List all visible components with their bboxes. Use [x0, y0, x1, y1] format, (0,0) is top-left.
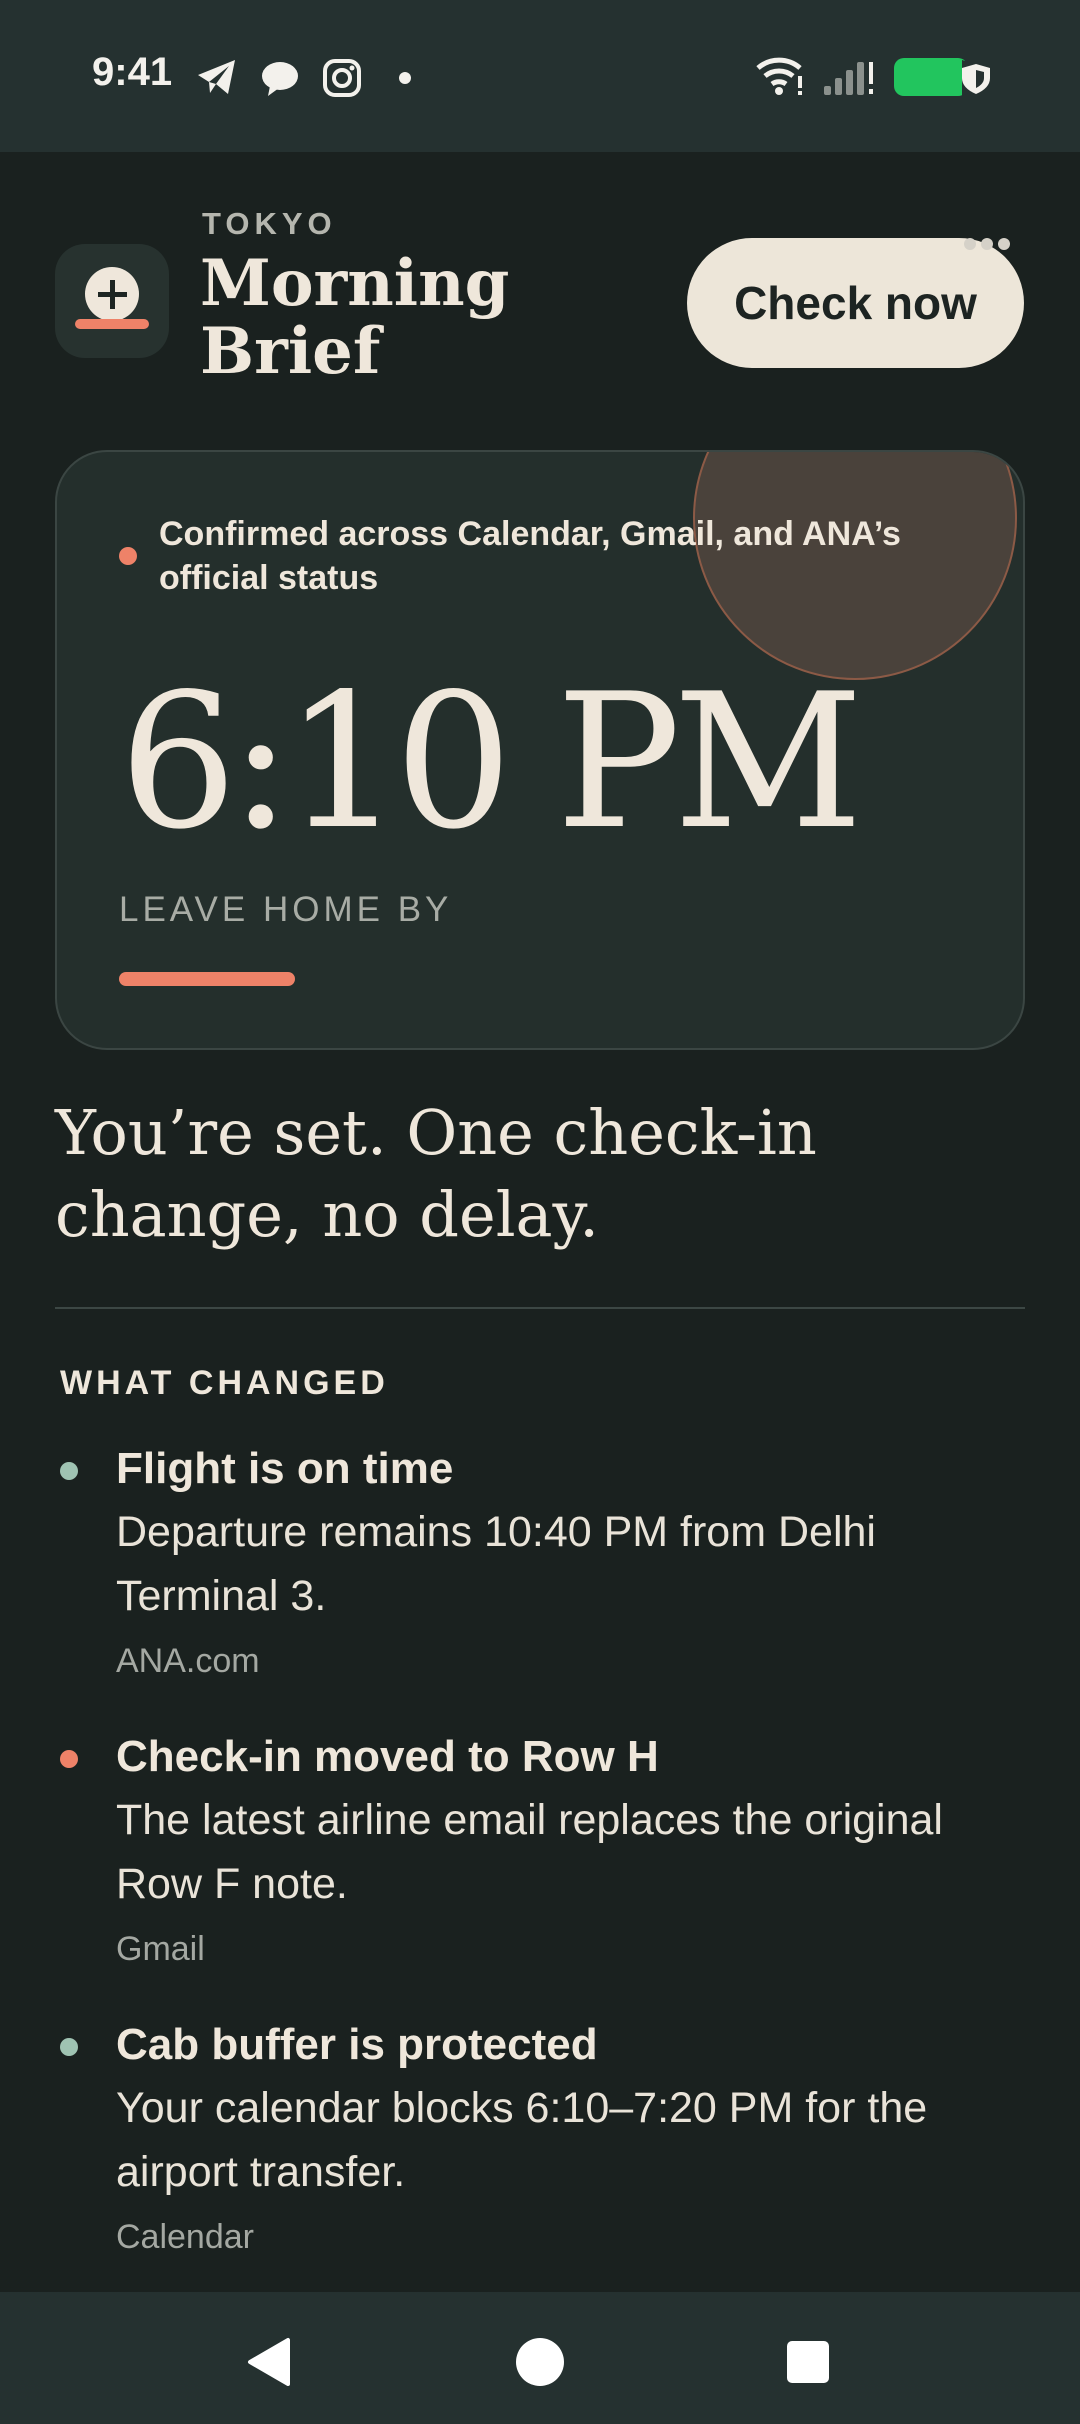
city-label: TOKYO	[202, 206, 337, 241]
change-title: Check-in moved to Row H	[116, 1732, 659, 1781]
page-title: Morning Brief	[200, 246, 510, 389]
status-dot	[60, 2038, 78, 2056]
add-circle-icon	[75, 267, 149, 329]
change-title: Cab buffer is protected	[116, 2020, 598, 2069]
home-icon[interactable]	[514, 2336, 566, 2388]
change-source: Calendar	[116, 2218, 254, 2256]
status-dot	[60, 1750, 78, 1768]
app-content: TOKYO Morning Brief Check now Confirmed …	[0, 152, 1080, 2292]
wifi-icon	[756, 57, 802, 95]
change-source: Gmail	[116, 1930, 205, 1968]
chat-bubble-icon	[262, 62, 298, 96]
change-title: Flight is on time	[116, 1444, 454, 1493]
more-dots-icon[interactable]	[962, 236, 1012, 252]
leave-label: LEAVE HOME BY	[119, 890, 453, 929]
dot-icon	[399, 72, 411, 84]
departure-card: Confirmed across Calendar, Gmail, and AN…	[55, 450, 1025, 1050]
change-body: Departure remains 10:40 PM from Delhi Te…	[116, 1508, 876, 1620]
telegram-icon	[198, 60, 235, 94]
navigation-bar	[0, 2292, 1080, 2424]
change-body: The latest airline email replaces the or…	[116, 1796, 943, 1908]
status-time: 9:41	[92, 50, 173, 94]
summary-text: You’re set. One check-in change, no dela…	[55, 1096, 817, 1251]
status-bar: 9:41	[0, 0, 1080, 152]
divider	[55, 1307, 1025, 1309]
battery-icon	[894, 58, 990, 96]
change-source: ANA.com	[116, 1642, 260, 1680]
recents-icon[interactable]	[784, 2338, 832, 2386]
what-changed-heading: WHAT CHANGED	[60, 1364, 389, 1402]
instagram-icon	[323, 59, 361, 97]
app-logo	[55, 244, 169, 358]
accent-bar	[119, 972, 295, 986]
status-dot	[60, 1462, 78, 1480]
confirmation-dot	[119, 547, 137, 565]
change-body: Your calendar blocks 6:10–7:20 PM for th…	[116, 2084, 928, 2196]
check-now-button[interactable]: Check now	[687, 238, 1024, 368]
back-icon[interactable]	[244, 2336, 296, 2388]
confirmation-text: Confirmed across Calendar, Gmail, and AN…	[159, 515, 901, 597]
signal-icon	[824, 62, 873, 95]
leave-time: 6:10 PM	[119, 653, 863, 870]
